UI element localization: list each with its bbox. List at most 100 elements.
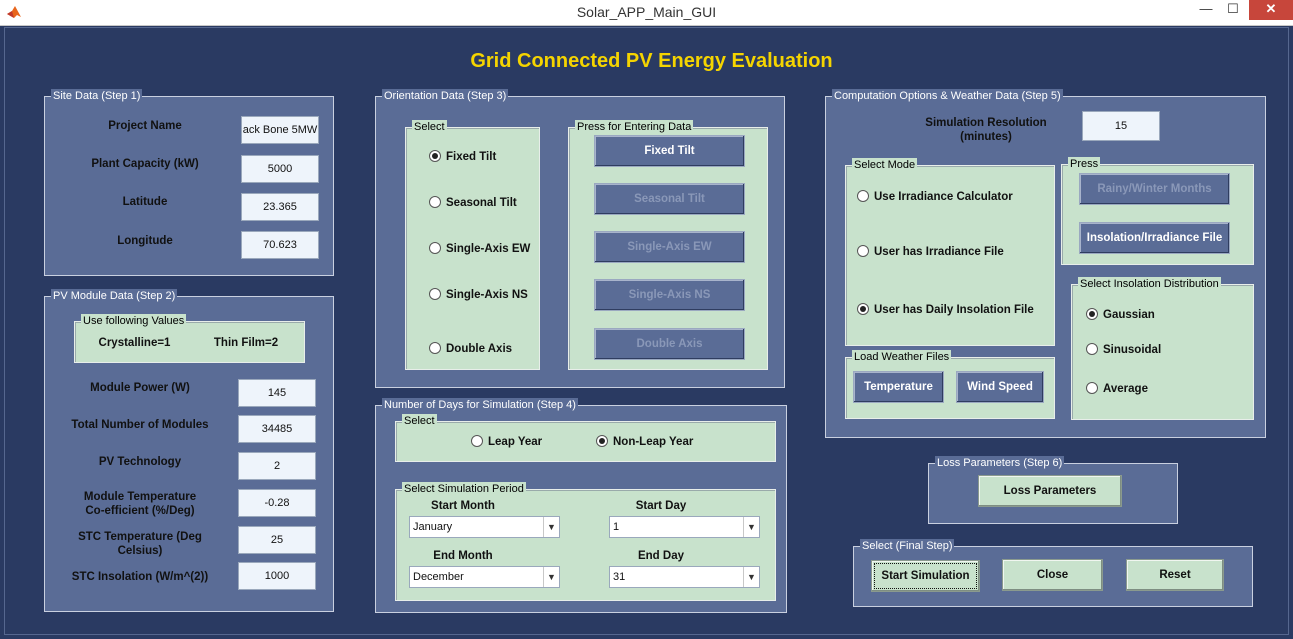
close-window-button[interactable]: ✕ [1249,0,1293,20]
stc-temp-input[interactable]: 25 [238,526,316,554]
pv-technology-input[interactable]: 2 [238,452,316,480]
start-month-select[interactable]: January ▼ [409,516,560,538]
double-axis-radio[interactable]: Double Axis [429,342,512,356]
window-title: Solar_APP_Main_GUI [576,4,717,20]
irradiance-calculator-radio[interactable]: Use Irradiance Calculator [857,190,1013,204]
seasonal-tilt-button[interactable]: Seasonal Tilt [594,183,745,215]
days-panel: Number of Days for Simulation (Step 4) S… [375,398,787,613]
temp-coeff-label-1: Module Temperature [83,491,197,503]
minimize-button[interactable]: — [1195,0,1217,20]
average-radio[interactable]: Average [1086,382,1148,396]
longitude-input[interactable]: 70.623 [241,231,319,259]
radio-icon [1086,343,1098,355]
loss-panel: Loss Parameters (Step 6) Loss Parameters [928,456,1178,524]
radio-icon [429,288,441,300]
wind-speed-button[interactable]: Wind Speed [956,371,1044,403]
fixed-tilt-button[interactable]: Fixed Tilt [594,135,745,167]
rainy-winter-months-button[interactable]: Rainy/Winter Months [1079,173,1230,205]
distribution-title: Select Insolation Distribution [1078,277,1221,291]
radio-icon [429,342,441,354]
end-day-label: End Day [637,550,684,562]
resolution-input[interactable]: 15 [1082,111,1160,141]
project-name-input[interactable]: ack Bone 5MW [241,116,319,144]
radio-selected-icon [857,303,869,315]
module-power-input[interactable]: 145 [238,379,316,407]
radio-selected-icon [596,435,608,447]
single-axis-ew-radio[interactable]: Single-Axis EW [429,242,530,256]
latitude-input[interactable]: 23.365 [241,193,319,221]
single-axis-ns-button[interactable]: Single-Axis NS [594,279,745,311]
year-select-panel: Select Leap Year Non-Leap Year [395,414,776,462]
stc-insolation-input[interactable]: 1000 [238,562,316,590]
temp-coeff-input[interactable]: -0.28 [238,489,316,517]
longitude-label: Longitude [117,235,173,247]
main-figure: Grid Connected PV Energy Evaluation Site… [4,27,1289,635]
daily-insolation-file-radio[interactable]: User has Daily Insolation File [857,303,1034,317]
orientation-title: Orientation Data (Step 3) [382,89,509,103]
chevron-down-icon: ▼ [743,517,759,537]
radio-selected-icon [429,150,441,162]
start-day-label: Start Day [635,500,687,512]
period-panel: Select Simulation Period Start Month Jan… [395,482,776,601]
fixed-tilt-radio[interactable]: Fixed Tilt [429,150,496,164]
non-leap-year-radio[interactable]: Non-Leap Year [596,435,693,449]
final-title: Select (Final Step) [860,539,955,553]
single-axis-ew-button[interactable]: Single-Axis EW [594,231,745,263]
orientation-select-title: Select [412,120,447,134]
end-month-select[interactable]: December ▼ [409,566,560,588]
mode-panel: Select Mode Use Irradiance Calculator Us… [845,158,1055,346]
radio-icon [471,435,483,447]
seasonal-tilt-radio[interactable]: Seasonal Tilt [429,196,517,210]
irradiance-file-radio[interactable]: User has Irradiance File [857,245,1004,259]
period-title: Select Simulation Period [402,482,526,496]
page-title: Grid Connected PV Energy Evaluation [470,50,833,72]
weather-title: Load Weather Files [852,350,952,364]
maximize-button[interactable]: ☐ [1222,0,1244,20]
chevron-down-icon: ▼ [543,567,559,587]
orientation-press-panel: Press for Entering Data Fixed Tilt Seaso… [568,120,768,370]
plant-capacity-input[interactable]: 5000 [241,155,319,183]
num-modules-label: Total Number of Modules [71,419,209,431]
num-modules-input[interactable]: 34485 [238,415,316,443]
stc-temp-label-2: Celsius) [117,545,163,557]
values-panel: Use following Values Crystalline=1 Thin … [74,314,305,363]
title-bar: Solar_APP_Main_GUI — ☐ ✕ [0,0,1293,26]
year-select-title: Select [402,414,437,428]
double-axis-button[interactable]: Double Axis [594,328,745,360]
resolution-label-1: Simulation Resolution [925,117,1047,129]
radio-icon [429,196,441,208]
plant-capacity-label: Plant Capacity (kW) [91,158,199,170]
site-data-panel: Site Data (Step 1) Project Name ack Bone… [44,89,334,276]
stc-temp-label-1: STC Temperature (Deg [78,531,202,543]
press-title: Press [1068,157,1101,171]
end-day-select[interactable]: 31 ▼ [609,566,760,588]
insolation-irradiance-file-button[interactable]: Insolation/Irradiance File [1079,222,1230,254]
sinusoidal-radio[interactable]: Sinusoidal [1086,343,1161,357]
single-axis-ns-radio[interactable]: Single-Axis NS [429,288,528,302]
gaussian-radio[interactable]: Gaussian [1086,308,1155,322]
close-button[interactable]: Close [1002,559,1103,591]
computation-panel: Computation Options & Weather Data (Step… [825,89,1266,438]
module-power-label: Module Power (W) [90,382,190,394]
reset-button[interactable]: Reset [1126,559,1224,591]
loss-parameters-button[interactable]: Loss Parameters [978,475,1122,507]
values-title: Use following Values [81,314,187,328]
latitude-label: Latitude [122,196,168,208]
stc-insolation-label: STC Insolation (W/m^(2)) [71,571,209,583]
site-data-title: Site Data (Step 1) [51,89,143,103]
start-simulation-button[interactable]: Start Simulation [871,560,980,592]
start-month-label: Start Month [431,500,495,512]
start-day-select[interactable]: 1 ▼ [609,516,760,538]
temp-coeff-label-2: Co-efficient (%/Deg) [85,505,195,517]
final-panel: Select (Final Step) Start Simulation Clo… [853,539,1253,607]
chevron-down-icon: ▼ [543,517,559,537]
weather-panel: Load Weather Files Temperature Wind Spee… [845,350,1055,419]
distribution-panel: Select Insolation Distribution Gaussian … [1071,277,1254,420]
pv-module-title: PV Module Data (Step 2) [51,289,178,303]
radio-selected-icon [1086,308,1098,320]
temperature-button[interactable]: Temperature [853,371,944,403]
crystalline-label: Crystalline=1 [98,337,171,349]
leap-year-radio[interactable]: Leap Year [471,435,542,449]
computation-title: Computation Options & Weather Data (Step… [832,89,1063,103]
radio-icon [857,190,869,202]
